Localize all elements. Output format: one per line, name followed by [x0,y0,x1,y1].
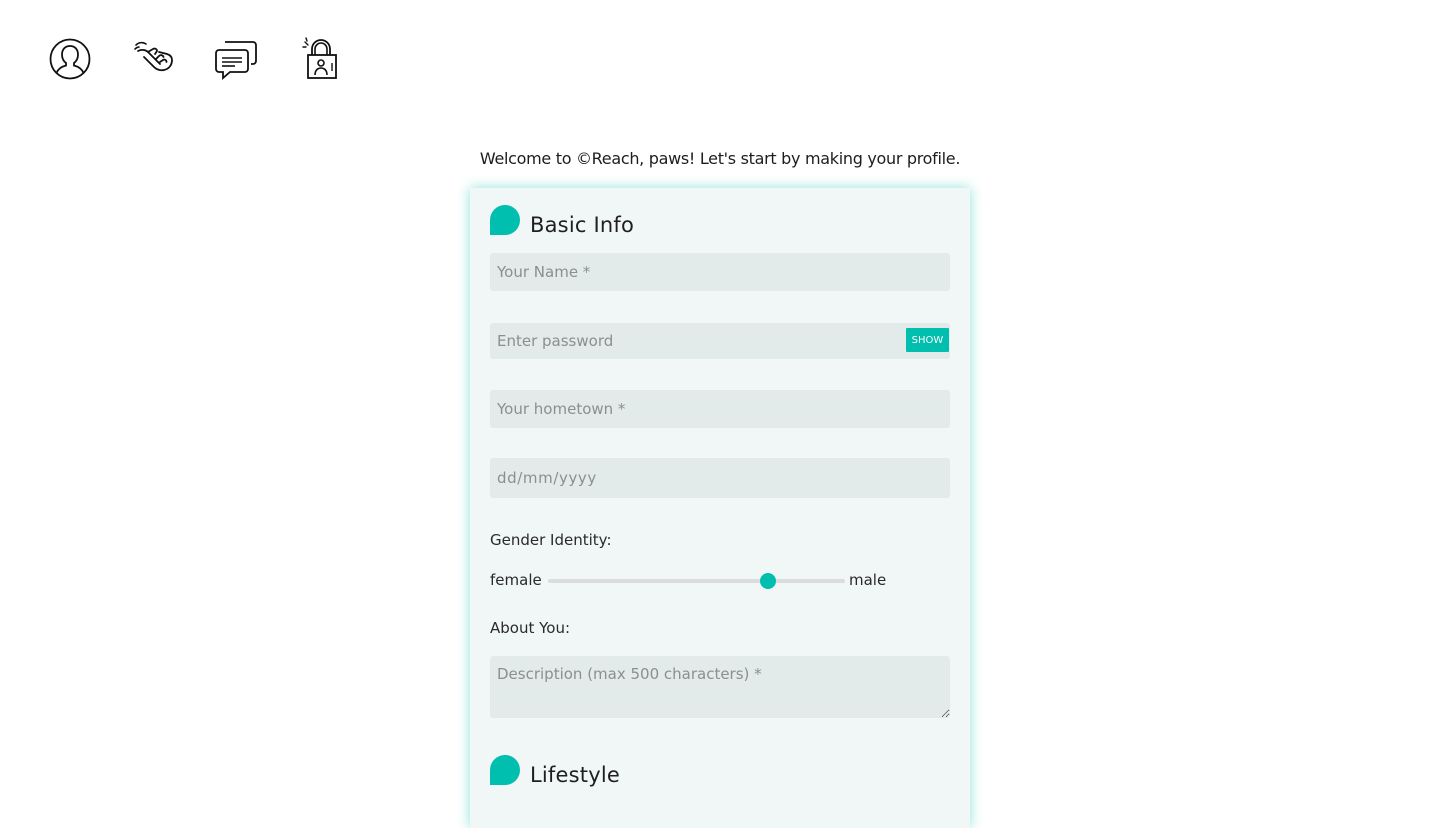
speech-bubble-icon [490,205,520,235]
chat-bubbles-icon[interactable] [215,37,259,81]
speech-bubble-icon [490,755,520,785]
birthdate-input[interactable] [490,458,950,498]
section-title: Basic Info [530,213,635,237]
profile-form-card: Basic Info SHOW Gender Identity: female … [470,188,970,828]
slider-thumb[interactable] [759,573,776,589]
gender-female-label: female [490,571,542,589]
welcome-message: Welcome to ©Reach, paws! Let's start by … [479,149,961,168]
section-title: Lifestyle [530,763,621,787]
about-you-label: About You: [490,619,571,637]
gender-slider[interactable] [548,573,845,589]
name-input[interactable] [490,253,950,291]
description-textarea[interactable] [490,656,950,718]
show-password-button[interactable]: SHOW [906,328,949,352]
gender-identity-label: Gender Identity: [490,531,612,549]
swipe-hand-icon[interactable] [132,37,176,81]
gender-male-label: male [849,571,887,589]
top-nav [0,0,1440,120]
privacy-lock-icon[interactable] [299,37,343,81]
hometown-input[interactable] [490,390,950,428]
profile-icon[interactable] [48,37,92,81]
password-input[interactable] [490,323,950,359]
